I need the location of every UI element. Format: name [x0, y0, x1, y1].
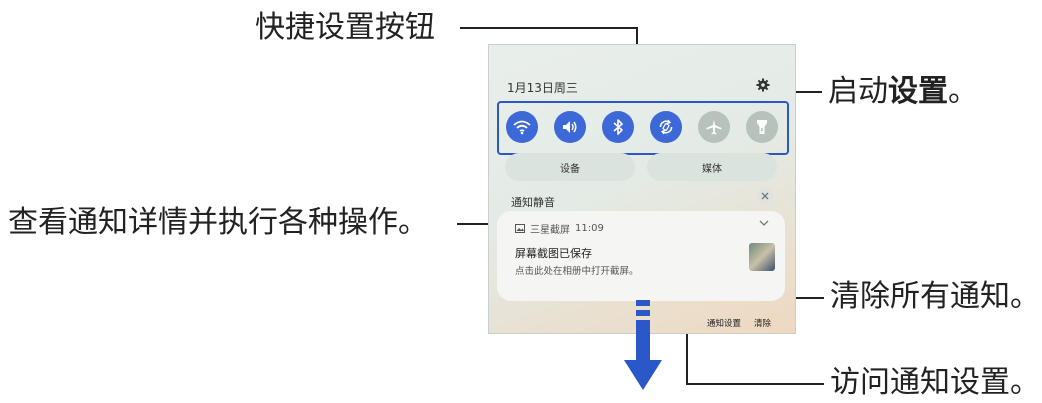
bluetooth-icon	[613, 119, 623, 135]
quick-settings-bar	[497, 101, 789, 155]
silent-notifications-label: 通知静音	[511, 196, 555, 209]
bluetooth-toggle[interactable]	[602, 111, 634, 143]
media-button[interactable]: 媒体	[647, 153, 777, 181]
notification-text: 点击此处在相册中打开截屏。	[515, 266, 639, 277]
notification-app-name: 三星截屏	[530, 225, 570, 236]
flashlight-icon	[757, 120, 767, 134]
notification-time: 11:09	[575, 223, 604, 234]
date-label: 1月13日周三	[507, 81, 578, 95]
gear-icon[interactable]	[755, 77, 771, 93]
airplane-toggle[interactable]	[698, 111, 730, 143]
notification-app-row: 三星截屏 11:09	[515, 221, 604, 236]
leader-line-notif-settings-horiz	[686, 383, 824, 385]
wifi-icon	[513, 120, 531, 135]
sound-toggle[interactable]	[554, 111, 586, 143]
flashlight-toggle[interactable]	[746, 111, 778, 143]
sound-icon	[563, 121, 577, 133]
view-details-callout: 查看通知详情并执行各种操作。	[8, 205, 428, 240]
notification-settings-button[interactable]: 通知设置	[707, 317, 741, 329]
clear-button[interactable]: 清除	[754, 317, 771, 329]
quick-settings-callout: 快捷设置按钮	[255, 10, 435, 45]
close-icon[interactable]	[757, 188, 773, 204]
access-settings-callout: 访问通知设置。	[830, 365, 1040, 400]
auto-rotate-icon	[659, 119, 673, 135]
gallery-icon	[515, 224, 525, 233]
start-settings-callout: 启动设置。	[828, 74, 978, 109]
arrow-down-icon	[624, 300, 662, 390]
chevron-down-icon[interactable]	[759, 219, 769, 227]
airplane-icon	[706, 119, 722, 135]
device-button[interactable]: 设备	[505, 153, 635, 181]
wifi-toggle[interactable]	[506, 111, 538, 143]
notification-panel: 1月13日周三 设备 媒体 通知静音 三星截屏 11:09 屏幕截图已保存 点击…	[488, 44, 796, 334]
notification-title: 屏幕截图已保存	[515, 247, 592, 260]
notification-card[interactable]: 三星截屏 11:09 屏幕截图已保存 点击此处在相册中打开截屏。	[497, 211, 785, 301]
clear-all-callout: 清除所有通知。	[830, 279, 1040, 314]
screenshot-thumbnail[interactable]	[749, 243, 775, 271]
auto-rotate-toggle[interactable]	[650, 111, 682, 143]
leader-line-quick-settings	[460, 27, 637, 29]
